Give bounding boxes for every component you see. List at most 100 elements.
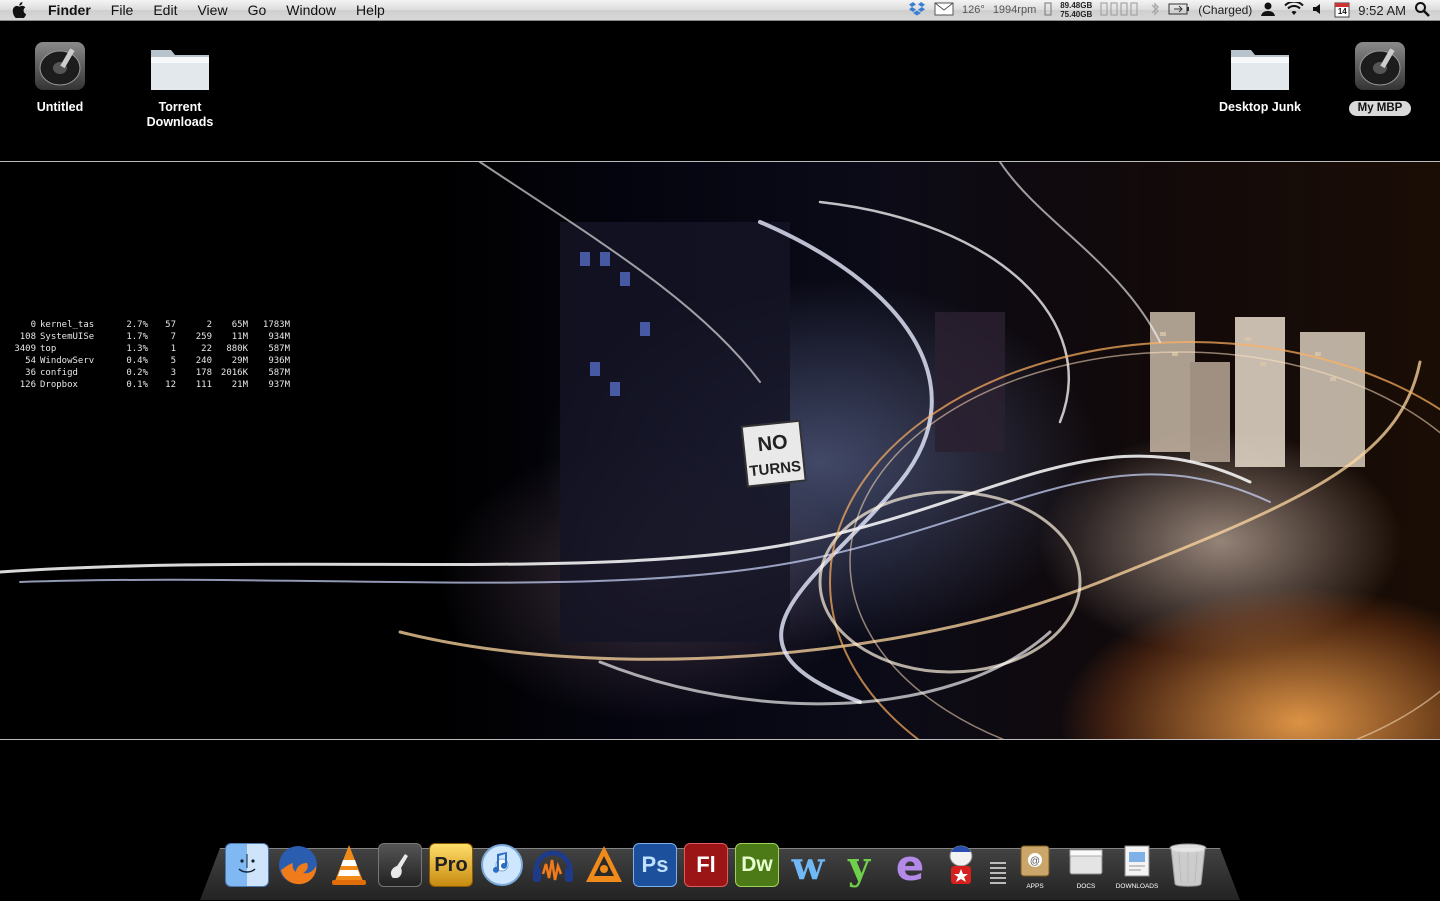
desktop-icon-label: Torrent Downloads bbox=[146, 100, 214, 129]
process-threads: 3 bbox=[170, 368, 176, 378]
process-command: WindowServ bbox=[40, 356, 95, 366]
firefox-icon[interactable] bbox=[275, 842, 321, 888]
top-process-widget: 0 kernel_tas 2.7% 57 2 65M 1783M 108 SystemUISe 1… bbox=[6, 319, 290, 391]
volume-icon[interactable] bbox=[1312, 2, 1326, 19]
menu-clock[interactable]: 9:52 AM bbox=[1358, 3, 1406, 18]
downloads-stack-icon[interactable]: DOWNLOADS bbox=[1114, 842, 1160, 890]
reason-icon[interactable] bbox=[581, 842, 627, 888]
sign-line-1: NO bbox=[757, 431, 789, 456]
disk-meter-icon bbox=[1044, 1, 1052, 20]
process-threads: 57 bbox=[165, 320, 176, 330]
menu-file[interactable]: File bbox=[101, 0, 144, 21]
process-cpu: 1.3% bbox=[126, 344, 148, 354]
spotlight-search-icon[interactable] bbox=[1414, 1, 1430, 20]
menu-window[interactable]: Window bbox=[276, 0, 346, 21]
desktop-icon-my-mbp[interactable]: My MBP bbox=[1320, 36, 1440, 116]
process-command: SystemUISe bbox=[40, 332, 95, 342]
finder-icon[interactable] bbox=[224, 842, 270, 888]
disk-usage-top: 89.48GB bbox=[1060, 1, 1093, 10]
process-vsize: 936M bbox=[268, 356, 290, 366]
process-ports: 111 bbox=[195, 380, 212, 390]
dock: Pro Ps Fl Dw w y e @ APPS DOCS DOWNLOADS bbox=[224, 832, 1211, 890]
wifi-icon[interactable] bbox=[1284, 0, 1305, 19]
docs-stack-label: DOCS bbox=[1076, 883, 1096, 890]
process-cpu: 0.2% bbox=[126, 368, 148, 378]
dock-separator[interactable] bbox=[989, 842, 1007, 888]
process-cpu: 2.7% bbox=[126, 320, 148, 330]
process-mem: 65M bbox=[231, 320, 248, 330]
process-ports: 259 bbox=[195, 332, 212, 342]
apps-stack-icon[interactable]: @ APPS bbox=[1012, 842, 1058, 890]
flash-icon[interactable]: Fl bbox=[683, 842, 729, 888]
disk-usage-readout[interactable]: 89.48GB 75.40GB bbox=[1060, 1, 1092, 19]
battery-status[interactable]: (Charged) bbox=[1198, 3, 1252, 17]
dreamweaver-label: Dw bbox=[735, 843, 779, 887]
docs-stack-icon[interactable]: DOCS bbox=[1063, 842, 1109, 890]
app-menu-finder[interactable]: Finder bbox=[38, 0, 101, 21]
desktop-icon-torrent-downloads[interactable]: Torrent Downloads bbox=[120, 36, 240, 130]
e-editor-icon[interactable]: e bbox=[887, 840, 933, 890]
menu-bar: Finder File Edit View Go Window Help 126… bbox=[0, 0, 1440, 21]
process-vsize: 587M bbox=[268, 368, 290, 378]
process-ports: 178 bbox=[195, 368, 212, 378]
downloads-stack-label: DOWNLOADS bbox=[1115, 883, 1159, 890]
disk-usage-bottom: 75.40GB bbox=[1060, 10, 1093, 19]
process-pid: 54 bbox=[25, 356, 36, 366]
menu-edit[interactable]: Edit bbox=[143, 0, 187, 21]
activity-meter-icon[interactable] bbox=[1100, 1, 1142, 20]
process-row: 108 SystemUISe 1.7% 7 259 11M 934M bbox=[6, 331, 290, 343]
city-skyline bbox=[560, 222, 1365, 642]
process-vsize: 937M bbox=[268, 380, 290, 390]
process-pid: 126 bbox=[19, 380, 36, 390]
desktop-icon-untitled[interactable]: Untitled bbox=[0, 36, 120, 115]
process-vsize: 587M bbox=[268, 344, 290, 354]
audacity-icon[interactable] bbox=[530, 842, 576, 888]
process-cpu: 1.7% bbox=[126, 332, 148, 342]
wunderkit-icon[interactable]: w bbox=[785, 842, 831, 888]
calendar-icon[interactable]: 14 bbox=[1334, 2, 1350, 18]
process-vsize: 1783M bbox=[262, 320, 290, 330]
process-threads: 12 bbox=[165, 380, 176, 390]
process-threads: 5 bbox=[170, 356, 176, 366]
calendar-day: 14 bbox=[1337, 7, 1347, 16]
garageband-icon[interactable] bbox=[377, 842, 423, 888]
mail-icon[interactable] bbox=[934, 2, 954, 19]
no-turns-sign: NO TURNS bbox=[740, 419, 807, 488]
bluetooth-icon[interactable] bbox=[1150, 1, 1160, 20]
dreamweaver-icon[interactable]: Dw bbox=[734, 842, 780, 888]
process-mem: 21M bbox=[231, 380, 248, 390]
process-pid: 108 bbox=[19, 332, 36, 342]
e-editor-label: e bbox=[895, 840, 925, 890]
fan-speed-readout[interactable]: 1994rpm bbox=[993, 4, 1036, 16]
process-command: configd bbox=[40, 368, 78, 378]
menu-help[interactable]: Help bbox=[346, 0, 395, 21]
svg-text:@: @ bbox=[1030, 856, 1040, 867]
battery-icon[interactable] bbox=[1168, 3, 1190, 18]
process-ports: 240 bbox=[195, 356, 212, 366]
folder-icon bbox=[120, 36, 240, 94]
process-mem: 2016K bbox=[220, 368, 248, 378]
temperature-readout[interactable]: 126° bbox=[962, 4, 985, 16]
process-mem: 29M bbox=[231, 356, 248, 366]
process-mem: 880K bbox=[226, 344, 248, 354]
wunderkit-label: w bbox=[791, 842, 825, 888]
trash-icon[interactable] bbox=[1165, 842, 1211, 888]
process-pid: 3409 bbox=[14, 344, 36, 354]
wallpaper-image: NO TURNS bbox=[0, 161, 1440, 740]
textwrangler-icon[interactable]: y bbox=[836, 842, 882, 888]
process-command: Dropbox bbox=[40, 380, 78, 390]
folder-icon bbox=[1200, 36, 1320, 94]
itunes-icon[interactable] bbox=[479, 842, 525, 888]
process-row: 3409 top 1.3% 1 22 880K 587M bbox=[6, 343, 290, 355]
desktop-icon-desktop-junk[interactable]: Desktop Junk bbox=[1200, 36, 1320, 115]
transmission-icon[interactable] bbox=[938, 842, 984, 888]
pro-app-icon[interactable]: Pro bbox=[428, 842, 474, 888]
photoshop-icon[interactable]: Ps bbox=[632, 842, 678, 888]
user-icon[interactable] bbox=[1260, 1, 1276, 20]
dropbox-icon[interactable] bbox=[908, 1, 926, 20]
menu-go[interactable]: Go bbox=[238, 0, 277, 21]
process-ports: 22 bbox=[201, 344, 212, 354]
vlc-icon[interactable] bbox=[326, 842, 372, 888]
apple-menu-icon[interactable] bbox=[0, 2, 38, 18]
menu-view[interactable]: View bbox=[187, 0, 237, 21]
